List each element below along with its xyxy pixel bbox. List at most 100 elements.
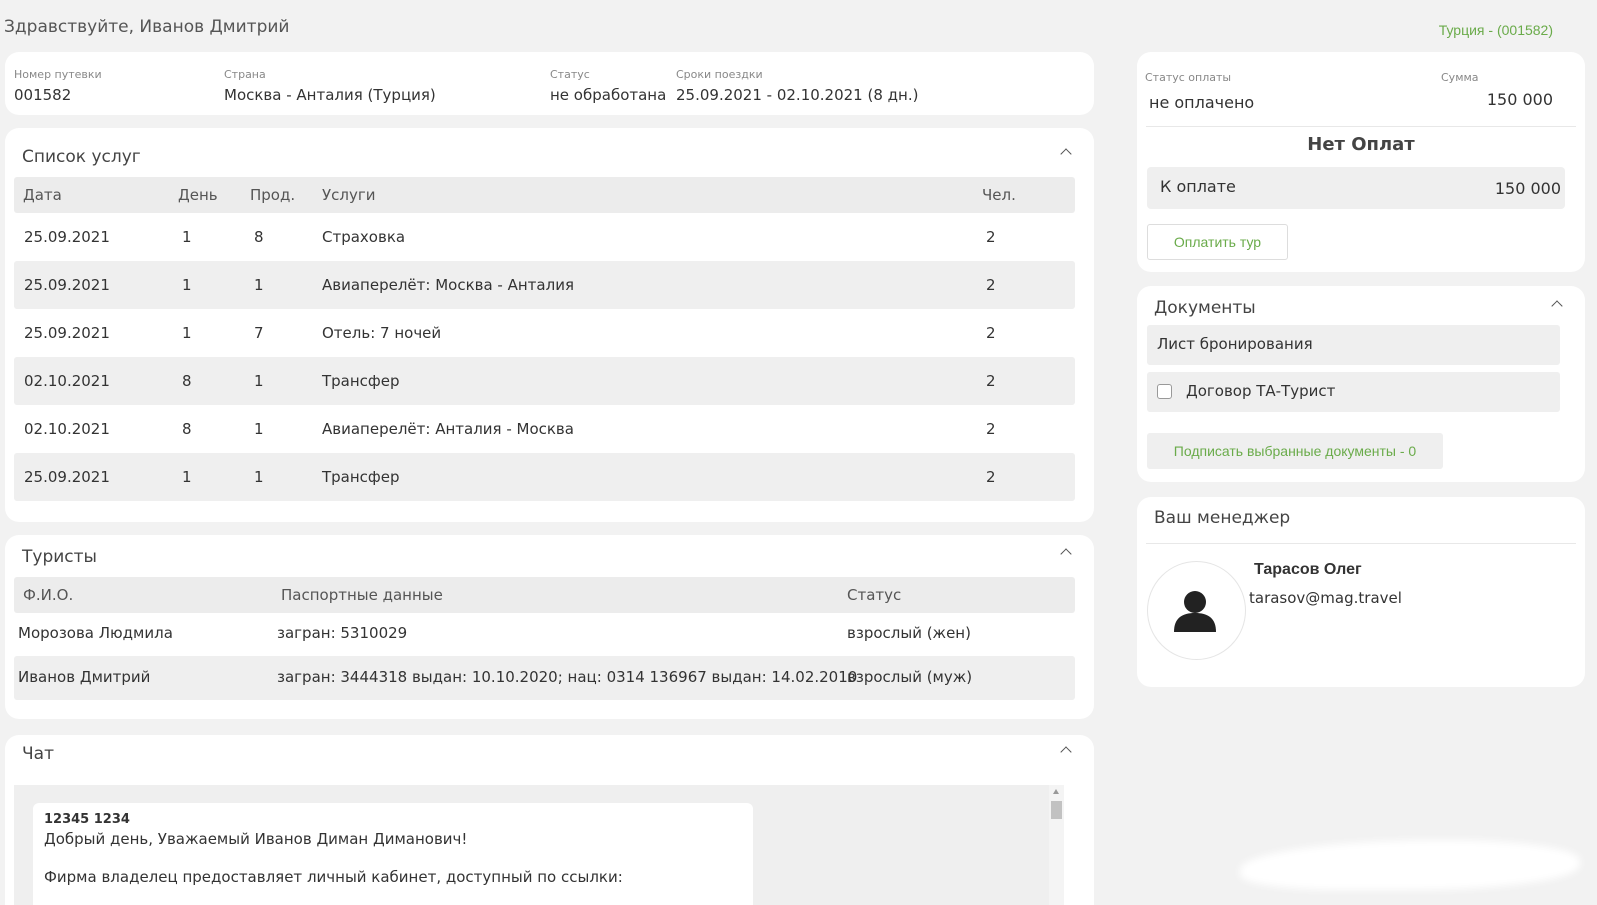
country-label: Страна bbox=[224, 68, 266, 81]
table-row[interactable]: 25.09.2021 1 8 Страховка 2 bbox=[14, 213, 1075, 261]
avatar bbox=[1147, 561, 1246, 660]
cell-day: 1 bbox=[182, 276, 192, 294]
col-duration: Прод. bbox=[250, 186, 296, 204]
cell-persons: 2 bbox=[986, 228, 996, 246]
cell-passport: загран: 3444318 выдан: 10.10.2020; нац: … bbox=[277, 668, 858, 686]
table-row[interactable]: 02.10.2021 8 1 Авиаперелёт: Анталия - Мо… bbox=[14, 405, 1075, 453]
table-row[interactable]: 25.09.2021 1 1 Трансфер 2 bbox=[14, 453, 1075, 501]
sum-label: Сумма bbox=[1441, 71, 1479, 84]
voucher-value: 001582 bbox=[14, 86, 72, 104]
chevron-up-icon[interactable] bbox=[1060, 148, 1072, 160]
cell-duration: 1 bbox=[254, 468, 264, 486]
document-booking-sheet[interactable]: Лист бронирования bbox=[1147, 325, 1560, 365]
col-service: Услуги bbox=[322, 186, 376, 204]
country-value: Москва - Анталия (Турция) bbox=[224, 86, 436, 104]
col-name: Ф.И.О. bbox=[23, 586, 74, 604]
table-row[interactable]: 02.10.2021 8 1 Трансфер 2 bbox=[14, 357, 1075, 405]
cell-day: 8 bbox=[182, 420, 192, 438]
cell-name: Морозова Людмила bbox=[18, 624, 173, 642]
payment-status-value: не оплачено bbox=[1149, 93, 1255, 112]
services-panel: Список услуг Дата День Прод. Услуги Чел.… bbox=[5, 128, 1094, 522]
cell-persons: 2 bbox=[986, 324, 996, 342]
chat-panel: Чат 12345 1234 Добрый день, Уважаемый Ив… bbox=[5, 735, 1094, 905]
amount-due-row: К оплате 150 000 bbox=[1147, 167, 1565, 209]
cell-day: 1 bbox=[182, 468, 192, 486]
tourists-title: Туристы bbox=[22, 547, 97, 567]
user-silhouette-icon bbox=[1174, 591, 1216, 632]
manager-name: Тарасов Олег bbox=[1254, 561, 1362, 578]
cell-duration: 1 bbox=[254, 276, 264, 294]
col-passport: Паспортные данные bbox=[281, 586, 443, 604]
cell-day: 8 bbox=[182, 372, 192, 390]
tourists-panel: Туристы Ф.И.О. Паспортные данные Статус … bbox=[5, 535, 1094, 719]
chevron-up-icon[interactable] bbox=[1551, 300, 1563, 312]
cell-duration: 1 bbox=[254, 372, 264, 390]
tour-info-bar: Номер путевки 001582 Страна Москва - Ант… bbox=[5, 52, 1094, 115]
cell-date: 25.09.2021 bbox=[24, 276, 110, 294]
greeting: Здравствуйте, Иванов Дмитрий bbox=[4, 17, 290, 37]
cell-date: 25.09.2021 bbox=[24, 468, 110, 486]
manager-panel: Ваш менеджер Тарасов Олег tarasov@mag.tr… bbox=[1137, 497, 1585, 687]
tour-reference[interactable]: Турция - (001582) bbox=[1439, 22, 1553, 38]
message-text: Добрый день, Уважаемый Иванов Диман Дима… bbox=[44, 830, 468, 848]
no-payments-heading: Нет Оплат bbox=[1307, 134, 1415, 155]
sum-value: 150 000 bbox=[1486, 90, 1553, 109]
cell-service: Авиаперелёт: Москва - Анталия bbox=[322, 276, 574, 294]
chevron-up-icon[interactable] bbox=[1060, 548, 1072, 560]
dates-field: Сроки поездки 25.09.2021 - 02.10.2021 (8… bbox=[676, 68, 918, 104]
table-row[interactable]: Морозова Людмила загран: 5310029 взрослы… bbox=[14, 612, 1075, 656]
cell-service: Страховка bbox=[322, 228, 406, 246]
pay-tour-button[interactable]: Оплатить тур bbox=[1147, 224, 1288, 260]
chevron-up-icon[interactable] bbox=[1060, 746, 1072, 758]
table-row[interactable]: 25.09.2021 1 7 Отель: 7 ночей 2 bbox=[14, 309, 1075, 357]
tourists-table-header: Ф.И.О. Паспортные данные Статус bbox=[14, 577, 1075, 613]
amount-due-value: 150 000 bbox=[1494, 179, 1561, 198]
col-persons: Чел. bbox=[982, 186, 1016, 204]
cell-persons: 2 bbox=[986, 276, 996, 294]
cell-day: 1 bbox=[182, 228, 192, 246]
table-row[interactable]: Иванов Дмитрий загран: 3444318 выдан: 10… bbox=[14, 656, 1075, 700]
documents-panel: Документы Лист бронирования Договор ТА-Т… bbox=[1137, 286, 1585, 482]
payment-panel: Статус оплаты не оплачено Сумма 150 000 … bbox=[1137, 52, 1585, 272]
divider bbox=[1146, 126, 1576, 127]
status-field: Статус не обработана bbox=[550, 68, 666, 104]
chat-scrollbar[interactable] bbox=[1049, 785, 1064, 905]
cell-status: взрослый (муж) bbox=[847, 668, 973, 686]
services-table-header: Дата День Прод. Услуги Чел. bbox=[14, 177, 1075, 213]
cell-date: 25.09.2021 bbox=[24, 228, 110, 246]
status-value: не обработана bbox=[550, 86, 667, 104]
message-author: 12345 1234 bbox=[44, 812, 130, 827]
scroll-up-arrow-icon[interactable] bbox=[1053, 789, 1059, 794]
cell-date: 02.10.2021 bbox=[24, 372, 110, 390]
cell-duration: 8 bbox=[254, 228, 264, 246]
cell-passport: загран: 5310029 bbox=[277, 624, 408, 642]
manager-title: Ваш менеджер bbox=[1154, 508, 1291, 528]
dates-label: Сроки поездки bbox=[676, 68, 763, 81]
cell-service: Трансфер bbox=[322, 372, 400, 390]
documents-title: Документы bbox=[1154, 298, 1256, 318]
country-field: Страна Москва - Анталия (Турция) bbox=[224, 68, 436, 104]
manager-email[interactable]: tarasov@mag.travel bbox=[1249, 589, 1402, 607]
services-title: Список услуг bbox=[22, 147, 141, 167]
cell-date: 25.09.2021 bbox=[24, 324, 110, 342]
cell-day: 1 bbox=[182, 324, 192, 342]
scrollbar-thumb[interactable] bbox=[1051, 801, 1062, 819]
dates-value: 25.09.2021 - 02.10.2021 (8 дн.) bbox=[676, 86, 919, 104]
cell-date: 02.10.2021 bbox=[24, 420, 110, 438]
sign-documents-button[interactable]: Подписать выбранные документы - 0 bbox=[1147, 433, 1443, 469]
chat-messages[interactable]: 12345 1234 Добрый день, Уважаемый Иванов… bbox=[14, 785, 1064, 905]
cell-service: Авиаперелёт: Анталия - Москва bbox=[322, 420, 574, 438]
message-text: Фирма владелец предоставляет личный каби… bbox=[44, 868, 623, 886]
col-day: День bbox=[178, 186, 218, 204]
document-contract[interactable]: Договор ТА-Турист bbox=[1147, 372, 1560, 412]
amount-due-label: К оплате bbox=[1160, 177, 1236, 196]
status-label: Статус bbox=[550, 68, 590, 81]
cell-persons: 2 bbox=[986, 372, 996, 390]
checkbox-icon[interactable] bbox=[1157, 384, 1172, 399]
col-date: Дата bbox=[23, 186, 62, 204]
table-row[interactable]: 25.09.2021 1 1 Авиаперелёт: Москва - Ант… bbox=[14, 261, 1075, 309]
document-name: Лист бронирования bbox=[1157, 335, 1313, 353]
voucher-label: Номер путевки bbox=[14, 68, 102, 81]
cell-status: взрослый (жен) bbox=[847, 624, 971, 642]
col-status: Статус bbox=[847, 586, 902, 604]
